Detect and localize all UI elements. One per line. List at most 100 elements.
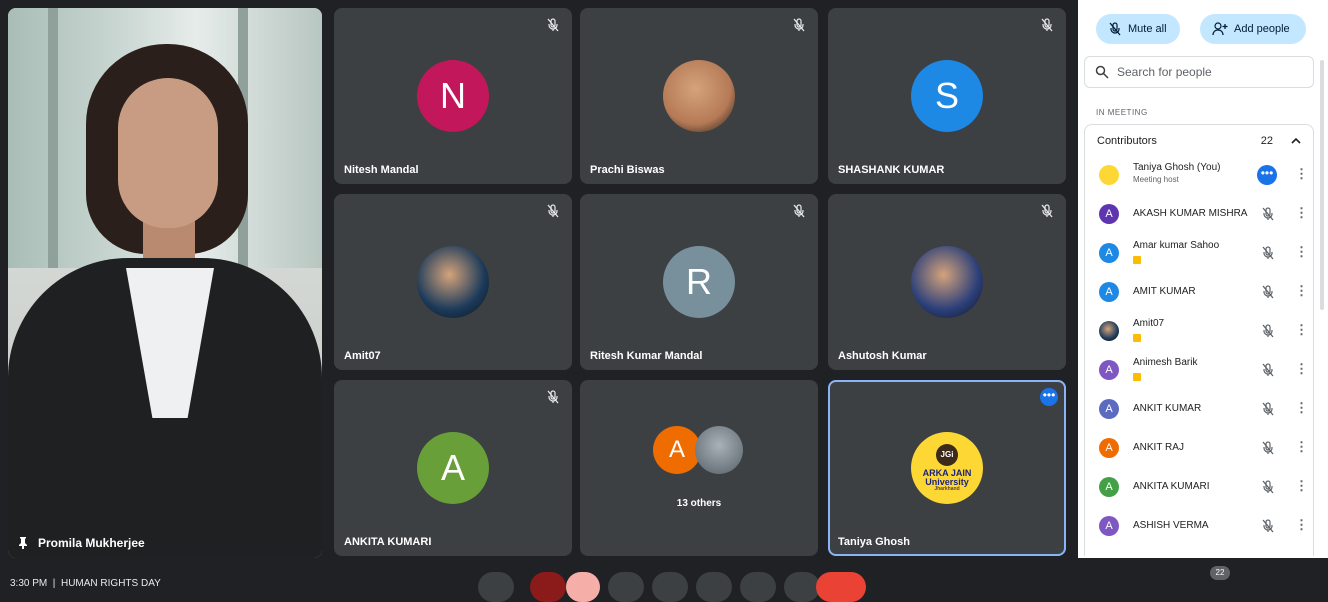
mic-off-icon (1040, 18, 1054, 32)
mic-button[interactable] (478, 572, 514, 602)
participant-name: AKASH KUMAR MISHRA (1133, 208, 1248, 219)
person-face (118, 78, 218, 228)
more-options-icon[interactable]: ⋮ (1295, 439, 1308, 455)
avatar (911, 246, 983, 318)
mic-off-icon (1109, 22, 1121, 36)
mute-all-button[interactable]: Mute all (1096, 14, 1180, 44)
others-count-label: 13 others (676, 498, 722, 509)
group-label: Contributors (1097, 134, 1157, 147)
avatar: JGi ARKA JAIN University Jharkhand (911, 432, 983, 504)
mic-off-icon (546, 390, 560, 404)
participant-name: Amit07 (1133, 318, 1165, 329)
participant-name: ANKITA KUMARI (1133, 481, 1210, 492)
participant-row[interactable]: A ANKIT RAJ ⋮ (1085, 429, 1313, 467)
people-panel: Mute all Add people Search for people IN… (1078, 0, 1328, 558)
more-options-icon[interactable]: ⋮ (1295, 166, 1308, 182)
participant-name: Prachi Biswas (590, 164, 665, 176)
more-options-button[interactable] (784, 572, 820, 602)
more-options-icon[interactable]: ⋮ (1295, 361, 1308, 377)
participant-tile[interactable]: A ANKITA KUMARI (334, 380, 572, 556)
more-options-icon[interactable]: ⋮ (1295, 205, 1308, 221)
participant-name: ASHISH VERMA (1133, 520, 1209, 531)
more-options-icon[interactable]: ⋮ (1295, 244, 1308, 260)
participant-row[interactable]: A AKASH KUMAR MISHRA ⋮ (1085, 195, 1313, 233)
logo-text: Jharkhand (934, 486, 960, 492)
participant-row[interactable]: A ASHISH VERMA ⋮ (1085, 507, 1313, 545)
reactions-button[interactable] (608, 572, 644, 602)
avatar (663, 60, 735, 132)
participant-avatar: A (1099, 477, 1119, 497)
avatar: N (417, 60, 489, 132)
more-options-icon[interactable]: ⋮ (1295, 517, 1308, 533)
contributors-group-header[interactable]: Contributors 22 (1084, 124, 1314, 156)
participant-name: ANKIT KUMAR (1133, 403, 1202, 414)
mic-off-icon (1040, 204, 1054, 218)
present-button[interactable] (652, 572, 688, 602)
more-options-icon[interactable]: ⋮ (1295, 283, 1308, 299)
participant-count-badge: 22 (1210, 566, 1230, 580)
bottom-bar: 3:30 PM | HUMAN RIGHTS DAY 22 (0, 566, 1328, 602)
participant-tile[interactable]: Prachi Biswas (580, 8, 818, 184)
mic-off-icon[interactable] (1261, 324, 1275, 338)
raise-hand-button[interactable] (696, 572, 732, 602)
more-options-icon[interactable]: ⋮ (1295, 478, 1308, 494)
mic-off-icon[interactable] (1261, 207, 1275, 221)
participant-avatar (1099, 321, 1119, 341)
mic-off-icon[interactable] (1261, 285, 1275, 299)
more-options-icon[interactable]: ⋮ (1295, 400, 1308, 416)
participant-name: SHASHANK KUMAR (838, 164, 945, 176)
participant-tile[interactable]: Ashutosh Kumar (828, 194, 1066, 370)
mic-off-icon[interactable] (1261, 402, 1275, 416)
chevron-up-icon[interactable] (1291, 137, 1301, 145)
participant-row[interactable]: A Animesh Barik ⋮ (1085, 351, 1313, 389)
participant-list: Taniya Ghosh (You) Meeting host ••• ⋮ A AKASH… (1084, 156, 1314, 556)
participant-row[interactable]: Taniya Ghosh (You) Meeting host ••• ⋮ (1085, 156, 1313, 194)
participant-row[interactable]: A AMIT KUMAR ⋮ (1085, 273, 1313, 311)
participant-row[interactable]: A ANKIT KUMAR ⋮ (1085, 390, 1313, 428)
mic-off-icon[interactable] (1261, 246, 1275, 260)
participant-name: Ritesh Kumar Mandal (590, 350, 703, 362)
participant-name: Amar kumar Sahoo (1133, 240, 1220, 251)
avatar: A (417, 432, 489, 504)
avatar: A (653, 426, 701, 474)
participant-tile[interactable]: Amit07 (334, 194, 572, 370)
participant-tile[interactable]: R Ritesh Kumar Mandal (580, 194, 818, 370)
participant-row[interactable]: Amit07 ⋮ (1085, 312, 1313, 350)
mic-off-icon (546, 204, 560, 218)
search-input[interactable]: Search for people (1084, 56, 1314, 88)
more-options-icon[interactable]: ⋮ (1295, 322, 1308, 338)
mic-off-icon[interactable] (1261, 363, 1275, 377)
participant-name: Animesh Barik (1133, 357, 1198, 368)
participant-row[interactable]: A ANKITA KUMARI ⋮ (1085, 468, 1313, 506)
raised-hand-icon (1133, 373, 1141, 381)
camera-button[interactable] (530, 572, 566, 602)
avatar (417, 246, 489, 318)
logo-mark: JGi (936, 444, 958, 466)
participant-tile[interactable]: A 13 others (580, 380, 818, 556)
mic-off-icon[interactable] (1261, 480, 1275, 494)
mic-off-icon[interactable] (1261, 519, 1275, 533)
more-options-icon[interactable]: ••• (1040, 388, 1058, 406)
mic-off-icon (546, 18, 560, 32)
mic-off-icon[interactable] (1261, 441, 1275, 455)
avatar: S (911, 60, 983, 132)
participant-name: ANKITA KUMARI (344, 536, 432, 548)
captions-button[interactable] (566, 572, 600, 602)
participant-tile[interactable]: S SHASHANK KUMAR (828, 8, 1066, 184)
mic-off-icon (792, 204, 806, 218)
meet-stage: Promila Mukherjee N Nitesh Mandal Prachi B… (0, 0, 1328, 602)
participant-avatar: A (1099, 438, 1119, 458)
add-people-button[interactable]: Add people (1200, 14, 1306, 44)
panel-scrollbar[interactable] (1320, 60, 1324, 310)
pinned-video-tile[interactable]: Promila Mukherjee (8, 8, 322, 558)
participant-name: Taniya Ghosh (838, 536, 910, 548)
participant-tile[interactable]: ••• JGi ARKA JAIN University Jharkhand Taniya… (828, 380, 1066, 556)
leave-call-button[interactable] (816, 572, 866, 602)
participant-avatar: A (1099, 282, 1119, 302)
participant-row[interactable]: A Amar kumar Sahoo ⋮ (1085, 234, 1313, 272)
raise-hand-alt-button[interactable] (740, 572, 776, 602)
pinned-name: Promila Mukherjee (38, 536, 145, 550)
speaking-indicator-icon: ••• (1257, 165, 1277, 185)
participant-name: AMIT KUMAR (1133, 286, 1196, 297)
participant-tile[interactable]: N Nitesh Mandal (334, 8, 572, 184)
